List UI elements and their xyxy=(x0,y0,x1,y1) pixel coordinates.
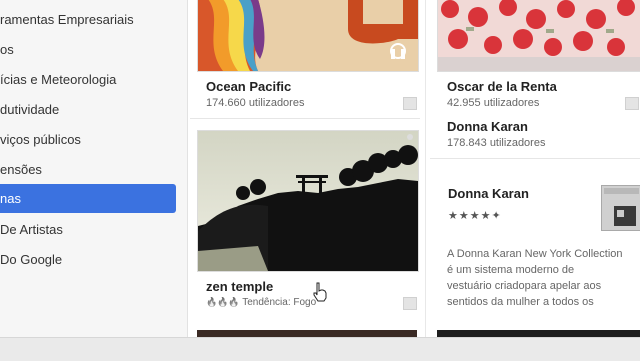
donna-karan-small-thumbnail[interactable] xyxy=(601,185,640,231)
donna-karan-description-line: A Donna Karan New York Collection xyxy=(447,248,623,260)
donna-karan-description-line: sentidos da mulher a todos os xyxy=(447,296,594,308)
sidebar-item-extensions[interactable]: ensões xyxy=(0,155,176,184)
bottom-bar xyxy=(0,337,640,361)
next-theme-thumbnail[interactable] xyxy=(437,330,640,337)
oscar-de-la-renta-title[interactable]: Oscar de la Renta xyxy=(447,79,557,94)
sidebar-item-themes[interactable]: nas xyxy=(0,184,176,213)
ocean-pacific-users: 174.660 utilizadores xyxy=(206,97,305,109)
zen-temple-title[interactable]: zen temple xyxy=(206,279,273,294)
sidebar-item-games[interactable]: os xyxy=(0,35,176,64)
card-divider xyxy=(190,118,420,119)
category-sidebar: ramentas Empresariais os ícias e Meteoro… xyxy=(0,0,188,337)
zen-temple-trend-label: Tendência: Fogo xyxy=(242,297,317,308)
fire-icon: 🔥🔥🔥 xyxy=(206,297,240,307)
next-theme-thumbnail[interactable] xyxy=(197,330,417,337)
install-checkbox-icon[interactable] xyxy=(625,97,639,110)
donna-karan-detail-title[interactable]: Donna Karan xyxy=(448,186,529,201)
stars-icon: ★★★★ xyxy=(448,210,492,222)
donna-karan-description-line: é um sistema moderno de xyxy=(447,264,575,276)
card-divider xyxy=(430,158,640,159)
oscar-de-la-renta-users: 42.955 utilizadores xyxy=(447,97,540,109)
sidebar-item-productivity[interactable]: dutividade xyxy=(0,95,176,124)
ocean-pacific-title[interactable]: Ocean Pacific xyxy=(206,79,291,94)
sidebar-item-utilities[interactable]: viços públicos xyxy=(0,125,176,154)
rating-stars: ★★★★✦ xyxy=(448,209,502,222)
zen-temple-trend: 🔥🔥🔥 Tendência: Fogo xyxy=(206,297,316,308)
donna-karan-description-line: vestuário criadopara apelar aos xyxy=(447,280,602,292)
install-checkbox-icon[interactable] xyxy=(403,297,417,310)
install-checkbox-icon[interactable] xyxy=(403,97,417,110)
half-star-icon: ✦ xyxy=(491,210,502,222)
column-divider xyxy=(425,0,426,337)
sidebar-item-news-weather[interactable]: ícias e Meteorologia xyxy=(0,65,176,94)
donna-karan-list-users: 178.843 utilizadores xyxy=(447,137,546,149)
sidebar-item-google-themes[interactable]: Do Google xyxy=(0,245,176,274)
sidebar-item-artist-themes[interactable]: De Artistas xyxy=(0,215,176,244)
hand-cursor-icon xyxy=(313,282,327,302)
oscar-de-la-renta-thumbnail[interactable] xyxy=(437,0,640,72)
donna-karan-list-title[interactable]: Donna Karan xyxy=(447,119,528,134)
sidebar-item-business-tools[interactable]: ramentas Empresariais xyxy=(0,5,176,34)
ocean-pacific-thumbnail[interactable] xyxy=(197,0,419,72)
zen-temple-thumbnail[interactable] xyxy=(197,130,419,272)
